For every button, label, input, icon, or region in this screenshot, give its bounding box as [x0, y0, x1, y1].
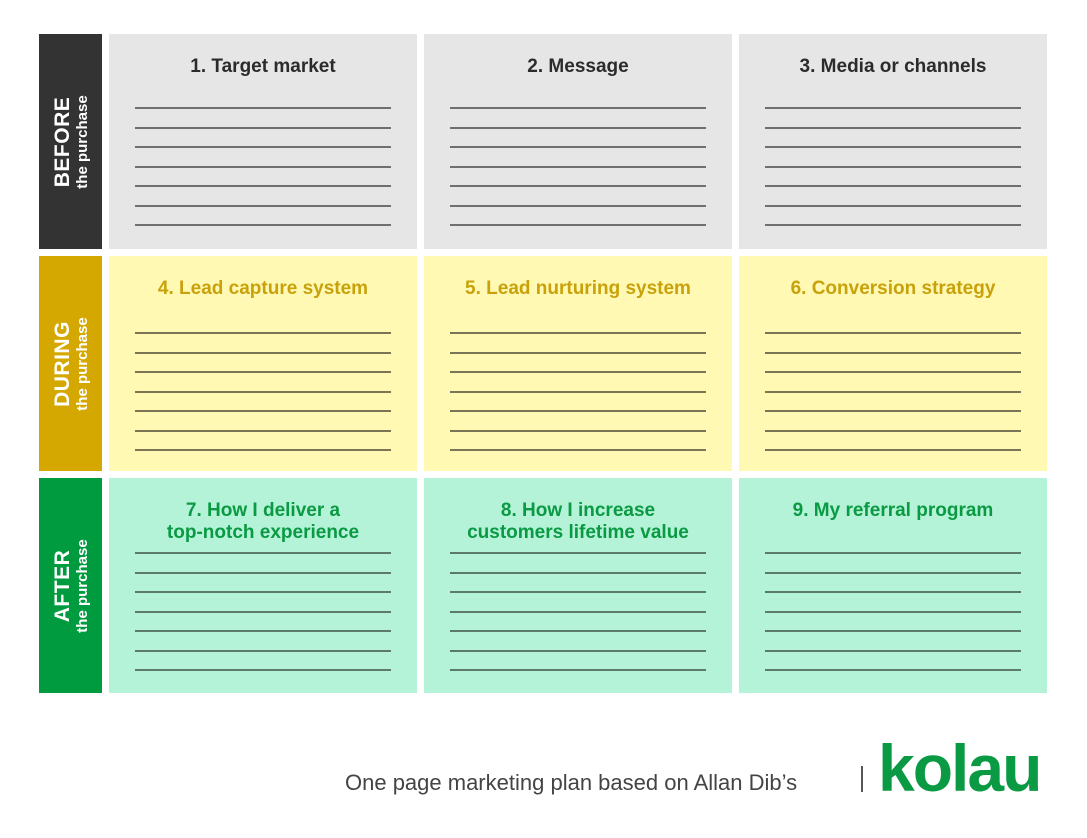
- cell-title: 1. Target market: [190, 56, 336, 77]
- row-after: AFTER the purchase 7. How I deliver a top…: [39, 478, 1048, 693]
- cell-conversion-strategy: 6. Conversion strategy: [739, 256, 1047, 471]
- cell-title: 8. How I increase customers lifetime val…: [467, 500, 689, 543]
- writing-lines: [135, 552, 391, 689]
- stage-label-after: AFTER the purchase: [39, 478, 102, 693]
- writing-lines: [450, 552, 706, 689]
- footer-divider: [861, 766, 863, 792]
- stage-label-during: DURING the purchase: [39, 256, 102, 471]
- writing-lines: [135, 332, 391, 469]
- stage-title: DURING: [50, 320, 74, 407]
- writing-lines: [135, 107, 391, 244]
- cell-title: 4. Lead capture system: [157, 278, 369, 299]
- cell-title: 7. How I deliver a top-notch experience: [166, 500, 360, 543]
- writing-lines: [450, 107, 706, 244]
- cell-target-market: 1. Target market: [109, 34, 417, 249]
- stage-title: AFTER: [50, 549, 74, 622]
- row-before: BEFORE the purchase 1. Target market 2. M…: [39, 34, 1048, 249]
- cell-title: 6. Conversion strategy: [790, 278, 996, 299]
- writing-lines: [765, 552, 1021, 689]
- stage-subtitle: the purchase: [73, 94, 91, 189]
- stage-subtitle: the purchase: [73, 538, 91, 633]
- cell-title: 9. My referral program: [792, 500, 994, 521]
- writing-lines: [765, 107, 1021, 244]
- writing-lines: [450, 332, 706, 469]
- cell-title: 5. Lead nurturing system: [465, 278, 691, 299]
- cell-lifetime-value: 8. How I increase customers lifetime val…: [424, 478, 732, 693]
- stage-label-before: BEFORE the purchase: [39, 34, 102, 249]
- stage-subtitle: the purchase: [73, 316, 91, 411]
- cell-title: 2. Message: [527, 56, 629, 77]
- cell-media-channels: 3. Media or channels: [739, 34, 1047, 249]
- cell-message: 2. Message: [424, 34, 732, 249]
- cell-lead-nurturing: 5. Lead nurturing system: [424, 256, 732, 471]
- writing-lines: [765, 332, 1021, 469]
- stage-title: BEFORE: [50, 96, 74, 187]
- cell-referral-program: 9. My referral program: [739, 478, 1047, 693]
- row-during: DURING the purchase 4. Lead capture syste…: [39, 256, 1048, 471]
- cell-lead-capture: 4. Lead capture system: [109, 256, 417, 471]
- cell-title: 3. Media or channels: [799, 56, 987, 77]
- kolau-logo: kolau: [878, 731, 1042, 805]
- cell-top-notch-experience: 7. How I deliver a top-notch experience: [109, 478, 417, 693]
- footer-credit: One page marketing plan based on Allan D…: [345, 770, 798, 795]
